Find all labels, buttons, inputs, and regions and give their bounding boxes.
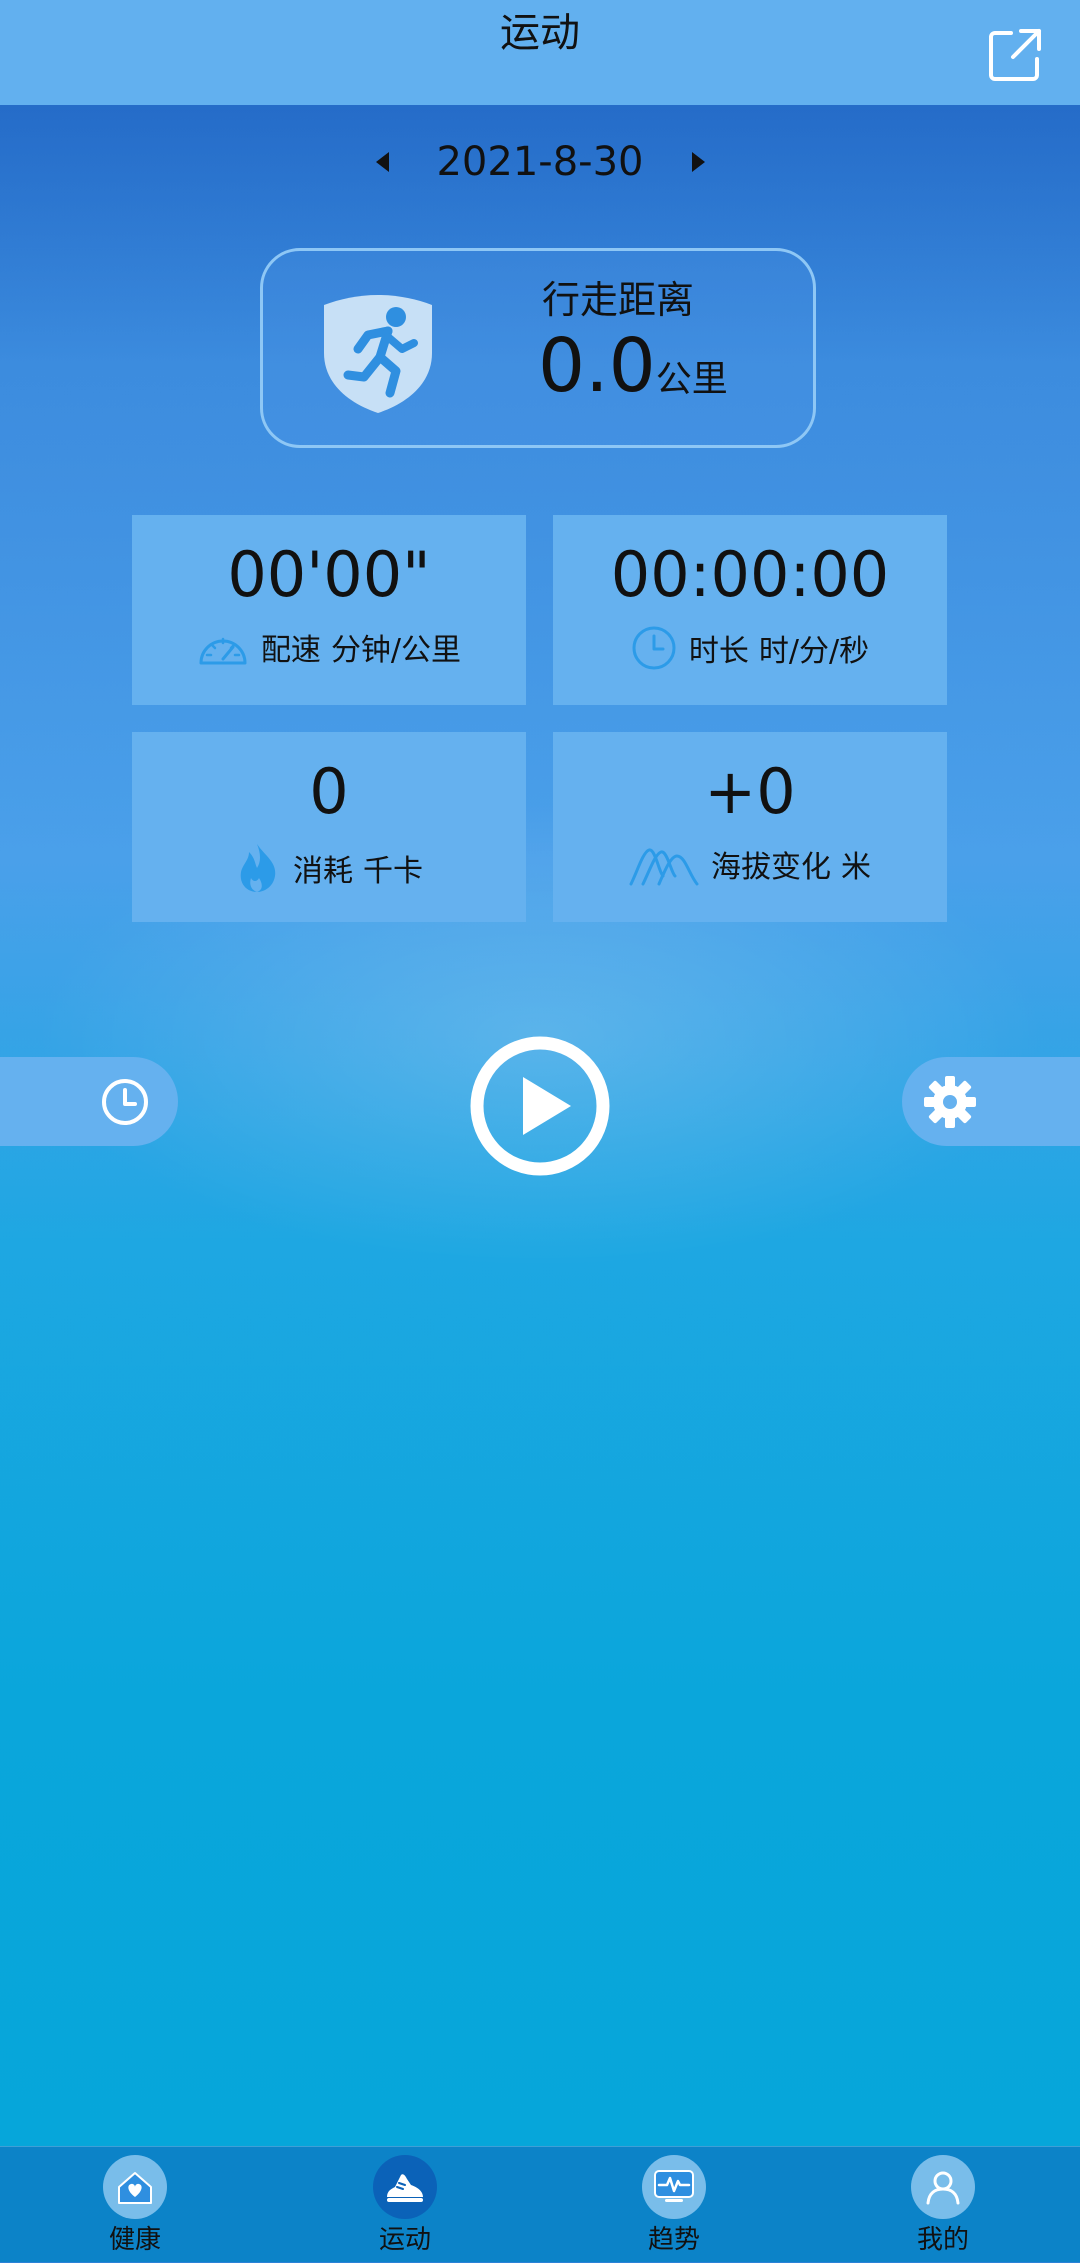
share-button[interactable] xyxy=(985,25,1045,85)
altitude-label: 海拔变化 xyxy=(711,850,831,885)
current-date[interactable]: 2021-8-30 xyxy=(420,132,660,192)
shoe-icon xyxy=(387,2174,423,2202)
tab-health-icon-bg xyxy=(103,2155,167,2219)
clock-icon xyxy=(632,626,676,670)
previous-date-button[interactable] xyxy=(363,142,403,182)
calories-card: 0 消耗 千卡 xyxy=(132,732,526,922)
bottom-tab-bar: 健康 运动 趋势 我的 xyxy=(0,2146,1080,2262)
distance-label: 行走距离 xyxy=(541,278,694,322)
tab-trend[interactable]: 趋势 xyxy=(599,2155,749,2263)
tab-mine[interactable]: 我的 xyxy=(868,2155,1018,2263)
distance-unit: 公里 xyxy=(655,359,728,400)
duration-unit: 时/分/秒 xyxy=(758,634,870,669)
date-selector: 2021-8-30 xyxy=(0,132,1080,192)
history-button[interactable] xyxy=(0,1057,178,1146)
running-shield-icon xyxy=(324,295,432,413)
tab-trend-icon-bg xyxy=(642,2155,706,2219)
altitude-label-row: 海拔变化 米 xyxy=(553,842,947,886)
altitude-value: +0 xyxy=(704,755,796,828)
pace-value: 00'00" xyxy=(227,538,431,611)
pace-unit: 分钟/公里 xyxy=(330,633,462,668)
distance-readout: 0.0公里 xyxy=(538,323,728,409)
tab-sport[interactable]: 运动 xyxy=(330,2155,480,2263)
caret-left-icon xyxy=(376,152,389,172)
altitude-card: +0 海拔变化 米 xyxy=(553,732,947,922)
tab-health[interactable]: 健康 xyxy=(60,2155,210,2263)
duration-label-row: 时长 时/分/秒 xyxy=(553,625,947,671)
tab-sport-label: 运动 xyxy=(378,2225,431,2255)
caret-right-icon xyxy=(692,152,705,172)
start-button[interactable] xyxy=(469,1035,611,1177)
settings-button[interactable] xyxy=(902,1057,1080,1146)
calories-label-row: 消耗 千卡 xyxy=(132,842,526,894)
play-icon xyxy=(470,1036,610,1176)
gear-icon xyxy=(924,1076,976,1128)
history-clock-icon xyxy=(102,1079,148,1125)
home-icon xyxy=(118,2172,152,2204)
top-bar: 运动 xyxy=(0,0,1080,105)
duration-card: 00:00:00 时长 时/分/秒 xyxy=(553,515,947,705)
pace-card: 00'00" 配速 分钟/公里 xyxy=(132,515,526,705)
duration-label: 时长 xyxy=(688,634,749,669)
altitude-unit: 米 xyxy=(841,850,871,885)
pace-label: 配速 xyxy=(260,633,321,668)
page-title: 运动 xyxy=(500,10,580,56)
pace-label-row: 配速 分钟/公里 xyxy=(132,625,526,669)
calories-label: 消耗 xyxy=(293,854,353,889)
walking-distance-card: 行走距离 0.0公里 xyxy=(260,248,816,448)
user-icon xyxy=(926,2171,960,2205)
calories-unit: 千卡 xyxy=(363,854,423,889)
tab-trend-label: 趋势 xyxy=(647,2225,700,2255)
share-icon xyxy=(989,29,1041,81)
tab-sport-icon-bg xyxy=(373,2155,437,2219)
trend-icon xyxy=(654,2170,694,2202)
tab-health-label: 健康 xyxy=(108,2225,161,2255)
tab-mine-label: 我的 xyxy=(916,2225,969,2255)
flame-icon xyxy=(240,844,276,892)
calories-value: 0 xyxy=(309,755,349,828)
tab-mine-icon-bg xyxy=(911,2155,975,2219)
mountain-icon xyxy=(629,848,699,886)
distance-value: 0.0 xyxy=(538,323,656,409)
duration-value: 00:00:00 xyxy=(610,538,890,611)
speedometer-icon xyxy=(199,637,247,665)
next-date-button[interactable] xyxy=(678,142,718,182)
